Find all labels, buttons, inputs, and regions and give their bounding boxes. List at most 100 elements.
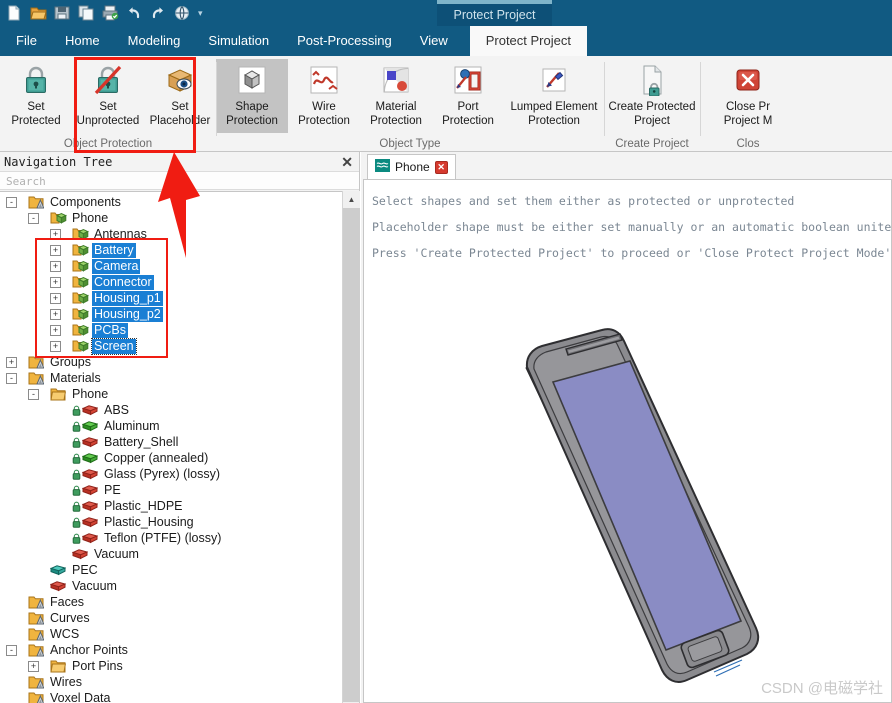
close-protect-project-mode-button[interactable]: Close Pr Project M [700, 59, 796, 133]
macro-icon[interactable] [172, 3, 192, 23]
tab-file[interactable]: File [0, 26, 51, 56]
redo-icon[interactable] [148, 3, 168, 23]
tree-item-plastic-hdpe[interactable]: Plastic_HDPE [0, 498, 330, 514]
tree-item-label: Connector [92, 274, 154, 290]
navigation-tree-area[interactable]: - Components - Phone + Antennas + Battery + Camer… [0, 191, 359, 703]
close-icon[interactable]: ✕ [434, 160, 448, 174]
tree-item-pcbs[interactable]: + PCBs [0, 322, 330, 338]
3d-viewport[interactable]: Select shapes and set them either as pro… [363, 179, 892, 703]
tree-item-faces[interactable]: Faces [0, 594, 330, 610]
expand-icon[interactable]: + [50, 340, 61, 352]
expand-icon[interactable]: + [50, 308, 61, 320]
tree-item-vacuum[interactable]: Vacuum [0, 546, 330, 562]
tree-item-battery-shell[interactable]: Battery_Shell [0, 434, 330, 450]
tree-item-phone[interactable]: - Phone [0, 210, 330, 226]
tree-item-vacuum[interactable]: Vacuum [0, 578, 330, 594]
tree-item-copper-annealed[interactable]: Copper (annealed) [0, 450, 330, 466]
tree-item-pe[interactable]: PE [0, 482, 330, 498]
tree-item-camera[interactable]: + Camera [0, 258, 330, 274]
open-icon[interactable] [28, 3, 48, 23]
material-red-icon [82, 467, 99, 481]
ribbon-group-label-object-type: Object Type [379, 138, 441, 150]
folder-group-icon [28, 643, 45, 657]
tree-item-abs[interactable]: ABS [0, 402, 330, 418]
expand-icon[interactable]: + [50, 244, 61, 256]
tree-item-label: PE [104, 482, 121, 497]
expand-icon[interactable]: + [50, 228, 61, 240]
scroll-up-arrow-icon[interactable]: ▲ [343, 191, 360, 208]
lock-icon [72, 485, 82, 496]
tree-item-housing-p2[interactable]: + Housing_p2 [0, 306, 330, 322]
tree-item-voxel-data[interactable]: Voxel Data [0, 690, 330, 703]
tree-item-groups[interactable]: + Groups [0, 354, 330, 370]
tree-item-port-pins[interactable]: + Port Pins [0, 658, 330, 674]
collapse-icon[interactable]: - [28, 388, 39, 400]
phone-3d-model[interactable] [364, 280, 891, 702]
expand-icon[interactable]: + [50, 292, 61, 304]
collapse-icon[interactable]: - [6, 196, 17, 208]
tree-item-housing-p1[interactable]: + Housing_p1 [0, 290, 330, 306]
shape-protection-button[interactable]: Shape Protection [216, 59, 288, 133]
set-unprotected-button[interactable]: Set Unprotected [72, 59, 144, 133]
set-placeholder-button[interactable]: Set Placeholder [144, 59, 216, 133]
tree-item-materials[interactable]: - Materials [0, 370, 330, 386]
tree-item-plastic-housing[interactable]: Plastic_Housing [0, 514, 330, 530]
tab-protect-project[interactable]: Protect Project [469, 26, 587, 56]
material-protection-button[interactable]: Material Protection [360, 59, 432, 133]
lock-icon [72, 533, 82, 544]
collapse-icon[interactable]: - [28, 212, 39, 224]
expand-icon[interactable]: + [50, 260, 61, 272]
tree-item-teflon-ptfe-lossy[interactable]: Teflon (PTFE) (lossy) [0, 530, 330, 546]
tree-item-connector[interactable]: + Connector [0, 274, 330, 290]
lumped-element-protection-button[interactable]: Lumped Element Protection [504, 59, 604, 133]
new-icon[interactable] [4, 3, 24, 23]
print-icon[interactable] [100, 3, 120, 23]
undo-icon[interactable] [124, 3, 144, 23]
document-tab-phone[interactable]: Phone ✕ [367, 154, 456, 179]
tree-item-phone[interactable]: - Phone [0, 386, 330, 402]
tab-modeling[interactable]: Modeling [114, 26, 195, 56]
port-protection-button[interactable]: Port Protection [432, 59, 504, 133]
tab-post-processing[interactable]: Post-Processing [283, 26, 406, 56]
create-protected-project-button[interactable]: Create Protected Project [604, 59, 700, 133]
expand-icon[interactable]: + [6, 356, 17, 368]
tab-view[interactable]: View [406, 26, 462, 56]
tree-item-curves[interactable]: Curves [0, 610, 330, 626]
collapse-icon[interactable]: - [6, 372, 17, 384]
ribbon-group-object-protection: Set Protected Set Unprotected Set Placeh… [0, 56, 216, 152]
expand-icon[interactable]: + [28, 660, 39, 672]
tree-item-label: Port Pins [72, 658, 123, 673]
close-icon[interactable]: ✕ [341, 152, 353, 172]
search-input[interactable] [4, 172, 344, 190]
tree-item-wires[interactable]: Wires [0, 674, 330, 690]
tree-item-components[interactable]: - Components [0, 194, 330, 210]
tree-item-screen[interactable]: + Screen [0, 337, 330, 355]
collapse-icon[interactable]: - [6, 644, 17, 656]
folder-plain-icon [50, 387, 67, 401]
lock-unprotected-icon [91, 63, 125, 97]
tree-vertical-scrollbar[interactable]: ▲ [342, 191, 360, 703]
tree-item-aluminum[interactable]: Aluminum [0, 418, 330, 434]
expand-icon[interactable]: + [50, 276, 61, 288]
component-icon [72, 243, 89, 257]
tree-item-anchor-points[interactable]: - Anchor Points [0, 642, 330, 658]
material-red-icon [82, 483, 99, 497]
tree-item-antennas[interactable]: + Antennas [0, 226, 330, 242]
qat-overflow-caret[interactable]: ▾ [198, 3, 203, 23]
save-icon[interactable] [52, 3, 72, 23]
tab-simulation[interactable]: Simulation [194, 26, 283, 56]
set-protected-button[interactable]: Set Protected [0, 59, 72, 133]
expand-icon[interactable]: + [50, 324, 61, 336]
scrollbar-thumb[interactable] [343, 208, 360, 702]
tab-home[interactable]: Home [51, 26, 114, 56]
wire-protection-button[interactable]: Wire Protection [288, 59, 360, 133]
copy-icon[interactable] [76, 3, 96, 23]
tree-item-wcs[interactable]: WCS [0, 626, 330, 642]
tree-item-glass-pyrex-lossy[interactable]: Glass (Pyrex) (lossy) [0, 466, 330, 482]
material-red-icon [82, 515, 99, 529]
tree-item-pec[interactable]: PEC [0, 562, 330, 578]
tree-item-battery[interactable]: + Battery [0, 242, 330, 258]
